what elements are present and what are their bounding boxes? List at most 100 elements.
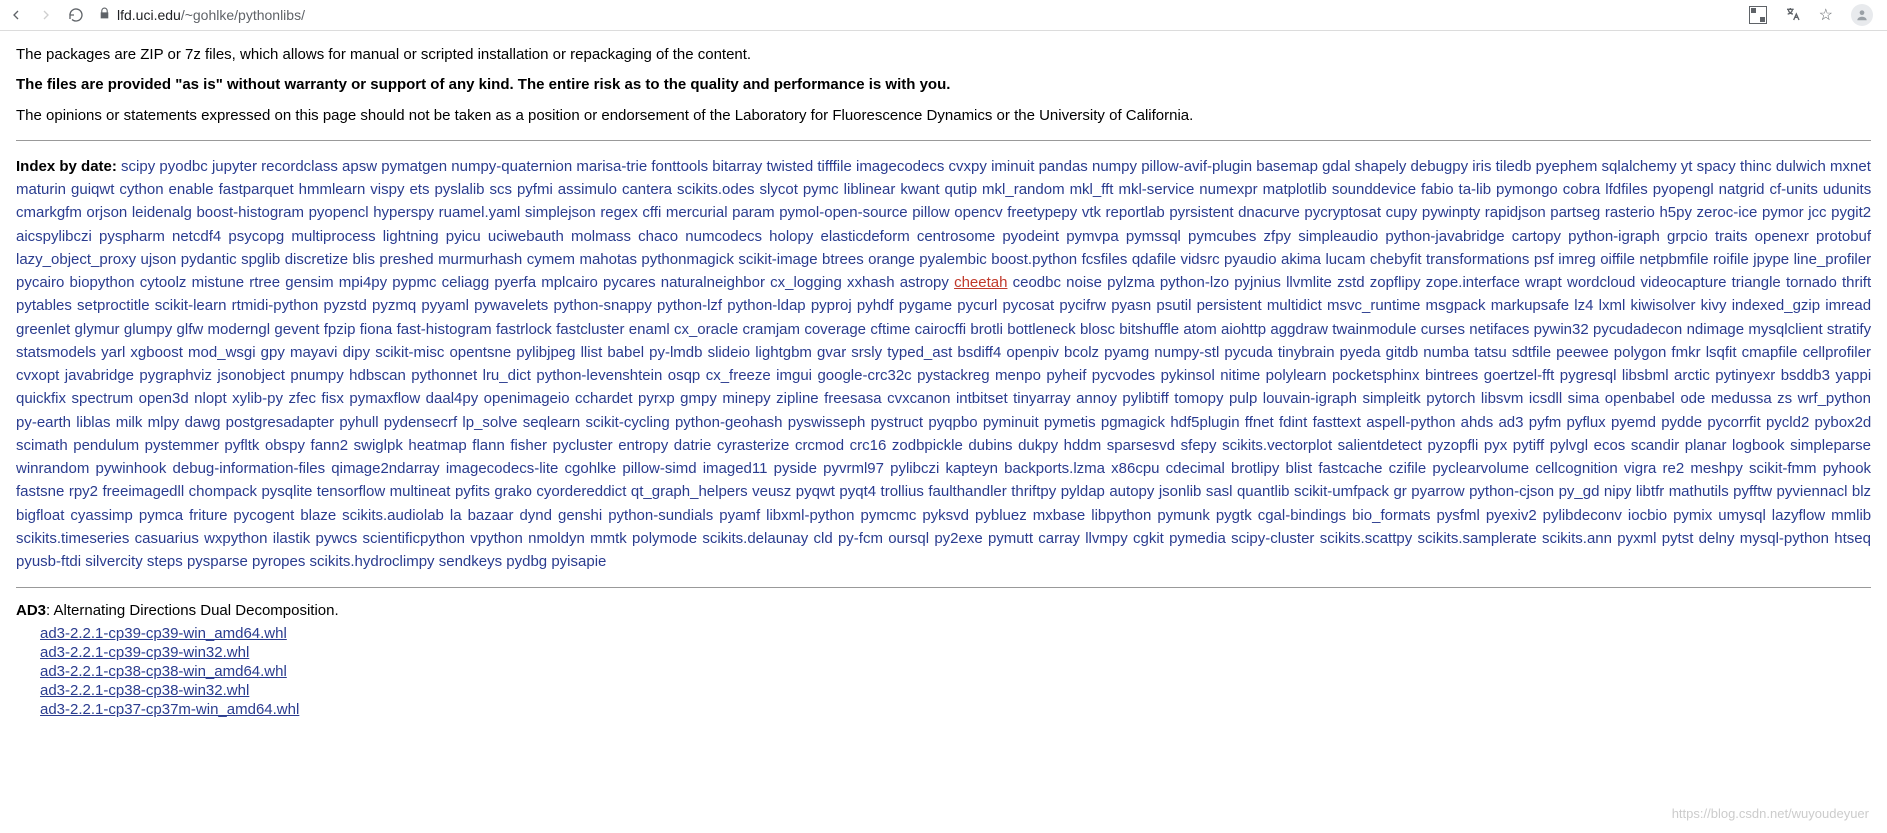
package-link[interactable]: pygame bbox=[899, 297, 952, 314]
package-link[interactable]: pygtk bbox=[1216, 507, 1252, 524]
package-link[interactable]: ffnet bbox=[1245, 414, 1274, 431]
package-link[interactable]: discretize bbox=[285, 251, 348, 268]
package-link[interactable]: pyfm bbox=[1529, 414, 1562, 431]
package-link[interactable]: aggdraw bbox=[1270, 321, 1328, 338]
package-link[interactable]: cantera bbox=[622, 181, 672, 198]
package-link[interactable]: vispy bbox=[370, 181, 404, 198]
package-link[interactable]: zstd bbox=[1337, 274, 1365, 291]
package-link[interactable]: pyropes bbox=[252, 553, 305, 570]
package-link[interactable]: boost.python bbox=[991, 251, 1077, 268]
package-link[interactable]: python-geohash bbox=[675, 414, 783, 431]
package-link[interactable]: cupy bbox=[1386, 204, 1418, 221]
package-link[interactable]: ets bbox=[409, 181, 429, 198]
package-link[interactable]: llvmpy bbox=[1085, 530, 1128, 547]
package-link[interactable]: kwant bbox=[900, 181, 939, 198]
wheel-download-link[interactable]: ad3-2.2.1-cp39-cp39-win32.whl bbox=[40, 644, 249, 661]
package-link[interactable]: simpleitk bbox=[1362, 390, 1420, 407]
package-link[interactable]: osqp bbox=[668, 367, 701, 384]
package-link[interactable]: python-sundials bbox=[608, 507, 713, 524]
package-link[interactable]: pyamg bbox=[1104, 344, 1149, 361]
package-link[interactable]: iocbio bbox=[1628, 507, 1667, 524]
package-link[interactable]: lp_solve bbox=[462, 414, 517, 431]
package-link[interactable]: boost-histogram bbox=[196, 204, 304, 221]
package-link[interactable]: yappi bbox=[1835, 367, 1871, 384]
package-link[interactable]: numba bbox=[1423, 344, 1469, 361]
package-link[interactable]: basemap bbox=[1256, 158, 1318, 175]
package-link[interactable]: cyassimp bbox=[70, 507, 133, 524]
package-link[interactable]: pyhull bbox=[339, 414, 378, 431]
package-link[interactable]: naturalneighbor bbox=[661, 274, 765, 291]
package-link[interactable]: opencv bbox=[954, 204, 1002, 221]
package-link[interactable]: pyarrow bbox=[1411, 483, 1464, 500]
package-link[interactable]: meshpy bbox=[1690, 460, 1743, 477]
package-link[interactable]: cchardet bbox=[575, 390, 633, 407]
package-link[interactable]: mkl-service bbox=[1118, 181, 1194, 198]
package-link[interactable]: dnacurve bbox=[1238, 204, 1300, 221]
package-link[interactable]: tinyarray bbox=[1013, 390, 1071, 407]
package-link[interactable]: python-lzo bbox=[1160, 274, 1229, 291]
package-link[interactable]: scientificpython bbox=[362, 530, 465, 547]
package-link[interactable]: pyqwt bbox=[796, 483, 835, 500]
package-link[interactable]: pnumpy bbox=[290, 367, 343, 384]
package-link[interactable]: peewee bbox=[1556, 344, 1609, 361]
package-link[interactable]: tornado bbox=[1786, 274, 1837, 291]
package-link[interactable]: xxhash bbox=[847, 274, 895, 291]
package-link[interactable]: pygresql bbox=[1560, 367, 1617, 384]
package-link[interactable]: babel bbox=[607, 344, 644, 361]
package-link[interactable]: pylibjpeg bbox=[516, 344, 575, 361]
package-link[interactable]: kivy bbox=[1701, 297, 1727, 314]
package-link[interactable]: liblinear bbox=[844, 181, 896, 198]
package-link[interactable]: mayavi bbox=[290, 344, 338, 361]
package-link[interactable]: pillow bbox=[912, 204, 950, 221]
package-link[interactable]: seqlearn bbox=[523, 414, 581, 431]
package-link[interactable]: libpython bbox=[1091, 507, 1151, 524]
package-link[interactable]: multineat bbox=[390, 483, 451, 500]
package-link[interactable]: mercurial bbox=[666, 204, 728, 221]
package-link[interactable]: vpython bbox=[470, 530, 523, 547]
package-link[interactable]: pythonnet bbox=[411, 367, 477, 384]
package-link[interactable]: biopython bbox=[70, 274, 135, 291]
package-link[interactable]: cvxcanon bbox=[887, 390, 950, 407]
package-link[interactable]: scikit-learn bbox=[155, 297, 227, 314]
package-link[interactable]: lsqfit bbox=[1706, 344, 1737, 361]
package-link[interactable]: sqlalchemy bbox=[1602, 158, 1677, 175]
package-link[interactable]: gdal bbox=[1322, 158, 1350, 175]
package-link[interactable]: pyaudio bbox=[1224, 251, 1277, 268]
package-link[interactable]: pyexiv2 bbox=[1486, 507, 1537, 524]
package-link[interactable]: pywavelets bbox=[474, 297, 548, 314]
package-link[interactable]: gitdb bbox=[1386, 344, 1419, 361]
package-link[interactable]: python-lzf bbox=[657, 297, 722, 314]
package-link[interactable]: pymcubes bbox=[1188, 228, 1256, 245]
package-link[interactable]: numpy-stl bbox=[1154, 344, 1219, 361]
package-link[interactable]: glymur bbox=[75, 321, 120, 338]
package-link[interactable]: scikits.vectorplot bbox=[1222, 437, 1332, 454]
package-link[interactable]: atom bbox=[1183, 321, 1216, 338]
package-link[interactable]: pyproj bbox=[811, 297, 852, 314]
package-link[interactable]: intbitset bbox=[956, 390, 1008, 407]
package-link[interactable]: pyfftw bbox=[1733, 483, 1772, 500]
package-link[interactable]: pyminuit bbox=[983, 414, 1039, 431]
package-link[interactable]: pyheif bbox=[1046, 367, 1086, 384]
package-link[interactable]: delny bbox=[1699, 530, 1735, 547]
package-link[interactable]: pyvrml97 bbox=[823, 460, 884, 477]
package-link[interactable]: fast-histogram bbox=[397, 321, 492, 338]
package-link[interactable]: ad3 bbox=[1498, 414, 1523, 431]
package-link[interactable]: freetypepy bbox=[1007, 204, 1077, 221]
package-link[interactable]: blist bbox=[1285, 460, 1312, 477]
package-link[interactable]: pillow-avif-plugin bbox=[1141, 158, 1252, 175]
package-link[interactable]: tomopy bbox=[1174, 390, 1223, 407]
package-link[interactable]: recordclass bbox=[261, 158, 338, 175]
package-link[interactable]: goertzel-fft bbox=[1484, 367, 1555, 384]
package-link[interactable]: mpi4py bbox=[339, 274, 387, 291]
package-link[interactable]: mplcairo bbox=[541, 274, 598, 291]
package-link[interactable]: bigfloat bbox=[16, 507, 64, 524]
package-link[interactable]: vtk bbox=[1082, 204, 1101, 221]
package-link[interactable]: pycurl bbox=[957, 297, 997, 314]
package-link[interactable]: cheetah bbox=[954, 274, 1007, 291]
package-link[interactable]: pyqt4 bbox=[839, 483, 876, 500]
package-link[interactable]: cvxopt bbox=[16, 367, 59, 384]
package-link[interactable]: fann2 bbox=[311, 437, 349, 454]
package-link[interactable]: fasttext bbox=[1313, 414, 1361, 431]
package-link[interactable]: rapidjson bbox=[1485, 204, 1546, 221]
package-link[interactable]: hyperspy bbox=[373, 204, 434, 221]
